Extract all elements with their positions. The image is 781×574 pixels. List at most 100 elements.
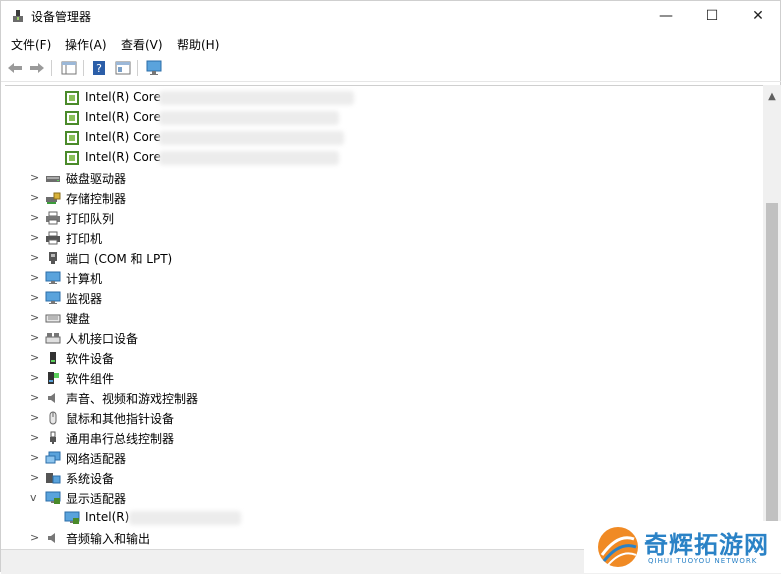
close-button[interactable]: ✕ [735, 1, 781, 31]
maximize-icon: ☐ [705, 8, 719, 24]
collapse-chevron-icon[interactable]: v [30, 492, 40, 504]
watermark-text: 奇辉拓游网 [644, 530, 769, 559]
hid-icon [45, 333, 61, 344]
category-label: 磁盘驱动器 [66, 172, 127, 186]
minimize-icon: — [659, 8, 673, 24]
expand-chevron-icon[interactable]: > [30, 412, 40, 424]
title-bar: 设备管理器 — ☐ ✕ [1, 1, 781, 31]
expand-chevron-icon[interactable]: > [30, 332, 40, 344]
device-manager-window: 设备管理器 — ☐ ✕ 文件(F) 操作(A) 查看(V) 帮助(H) ? In… [0, 0, 781, 574]
category-label: 端口 (COM 和 LPT) [66, 252, 173, 266]
show-hide-console-tree-button[interactable] [59, 59, 79, 77]
tree-item-sound-video-game-controllers[interactable]: > 声音、视频和游戏控制器 [5, 388, 763, 408]
maximize-button[interactable]: ☐ [689, 1, 735, 31]
properties-button[interactable] [113, 59, 133, 77]
category-label: 显示适配器 [66, 492, 127, 506]
expand-chevron-icon[interactable]: > [30, 312, 40, 324]
vertical-scrollbar[interactable]: ▲ [763, 85, 781, 549]
menu-view[interactable]: 查看(V) [121, 36, 163, 53]
watermark-emblem-icon [598, 527, 638, 567]
processor-label: Intel(R) Core [85, 150, 161, 164]
minimize-button[interactable]: — [643, 1, 689, 31]
forward-button[interactable] [27, 59, 47, 77]
help-icon: ? [93, 61, 105, 75]
menu-file[interactable]: 文件(F) [11, 36, 51, 53]
toolbar-separator [51, 60, 52, 76]
expand-chevron-icon[interactable]: > [30, 372, 40, 384]
tree-item-software-devices[interactable]: > 软件设备 [5, 348, 763, 368]
printer-icon [46, 231, 60, 245]
processor-chip-icon [65, 91, 79, 105]
expand-chevron-icon[interactable]: > [30, 392, 40, 404]
tree-item-network-adapters[interactable]: > 网络适配器 [5, 448, 763, 468]
redacted-text [159, 91, 354, 105]
scroll-up-arrow-icon[interactable]: ▲ [763, 87, 781, 105]
tree-item-mice[interactable]: > 鼠标和其他指针设备 [5, 408, 763, 428]
help-button[interactable]: ? [89, 59, 109, 77]
tree-item-processor[interactable]: Intel(R) Core [5, 148, 763, 168]
scan-monitor-icon [146, 60, 162, 75]
expand-chevron-icon[interactable]: > [30, 452, 40, 464]
mouse-icon [49, 411, 57, 425]
expand-chevron-icon[interactable]: > [30, 252, 40, 264]
category-label: 软件组件 [66, 372, 115, 386]
menu-bar: 文件(F) 操作(A) 查看(V) 帮助(H) [1, 33, 781, 55]
tree-item-print-queues[interactable]: > 打印队列 [5, 208, 763, 228]
category-label: 键盘 [66, 312, 91, 326]
expand-chevron-icon[interactable]: > [30, 272, 40, 284]
tree-item-monitors[interactable]: > 监视器 [5, 288, 763, 308]
processor-chip-icon [65, 111, 79, 125]
back-button[interactable] [5, 59, 25, 77]
category-label: 打印队列 [66, 212, 115, 226]
toolbar-separator [137, 60, 138, 76]
scrollbar-thumb[interactable] [766, 203, 778, 521]
toolbar-separator [83, 60, 84, 76]
tree-item-processor[interactable]: Intel(R) Core [5, 128, 763, 148]
tree-item-storage-controllers[interactable]: > 存储控制器 [5, 188, 763, 208]
redacted-text [159, 151, 339, 165]
tree-item-usb-controllers[interactable]: > 通用串行总线控制器 [5, 428, 763, 448]
tree-item-system-devices[interactable]: > 系统设备 [5, 468, 763, 488]
tree-item-processor[interactable]: Intel(R) Core [5, 108, 763, 128]
keyboard-icon [45, 314, 61, 323]
forward-arrow-icon [30, 63, 44, 73]
expand-chevron-icon[interactable]: > [30, 292, 40, 304]
tree-item-keyboards[interactable]: > 键盘 [5, 308, 763, 328]
redacted-text [159, 131, 344, 145]
menu-action[interactable]: 操作(A) [65, 36, 107, 53]
tree-item-printers[interactable]: > 打印机 [5, 228, 763, 248]
computer-icon [45, 271, 61, 284]
monitor-icon [45, 291, 61, 304]
usb-icon [50, 431, 56, 444]
tree-item-ports[interactable]: > 端口 (COM 和 LPT) [5, 248, 763, 268]
expand-chevron-icon[interactable]: > [30, 532, 40, 544]
tree-item-processor[interactable]: Intel(R) Core [5, 88, 763, 108]
tree-item-hid[interactable]: > 人机接口设备 [5, 328, 763, 348]
tree-item-computer[interactable]: > 计算机 [5, 268, 763, 288]
expand-chevron-icon[interactable]: > [30, 232, 40, 244]
processor-label: Intel(R) Core [85, 130, 161, 144]
console-tree-icon [61, 61, 77, 75]
expand-chevron-icon[interactable]: > [30, 172, 40, 184]
expand-chevron-icon[interactable]: > [30, 472, 40, 484]
tree-item-software-components[interactable]: > 软件组件 [5, 368, 763, 388]
watermark-logo: 奇辉拓游网 QIHUI TUOYOU NETWORK [584, 521, 781, 573]
print-queue-icon [46, 211, 60, 225]
back-arrow-icon [8, 63, 22, 73]
expand-chevron-icon[interactable]: > [30, 432, 40, 444]
processor-label: Intel(R) Core [85, 90, 161, 104]
software-component-icon [48, 372, 59, 384]
scan-hardware-button[interactable] [144, 59, 164, 77]
expand-chevron-icon[interactable]: > [30, 212, 40, 224]
processor-chip-icon [65, 131, 79, 145]
menu-help[interactable]: 帮助(H) [177, 36, 219, 53]
device-manager-icon [13, 10, 23, 22]
category-label: 存储控制器 [66, 192, 127, 206]
watermark-subtext: QIHUI TUOYOU NETWORK [648, 557, 758, 565]
expand-chevron-icon[interactable]: > [30, 352, 40, 364]
tree-item-display-adapters[interactable]: v 显示适配器 [5, 488, 763, 508]
tree-item-disk-drives[interactable]: > 磁盘驱动器 [5, 168, 763, 188]
expand-chevron-icon[interactable]: > [30, 192, 40, 204]
processor-label: Intel(R) Core [85, 110, 161, 124]
category-label: 系统设备 [66, 472, 115, 486]
